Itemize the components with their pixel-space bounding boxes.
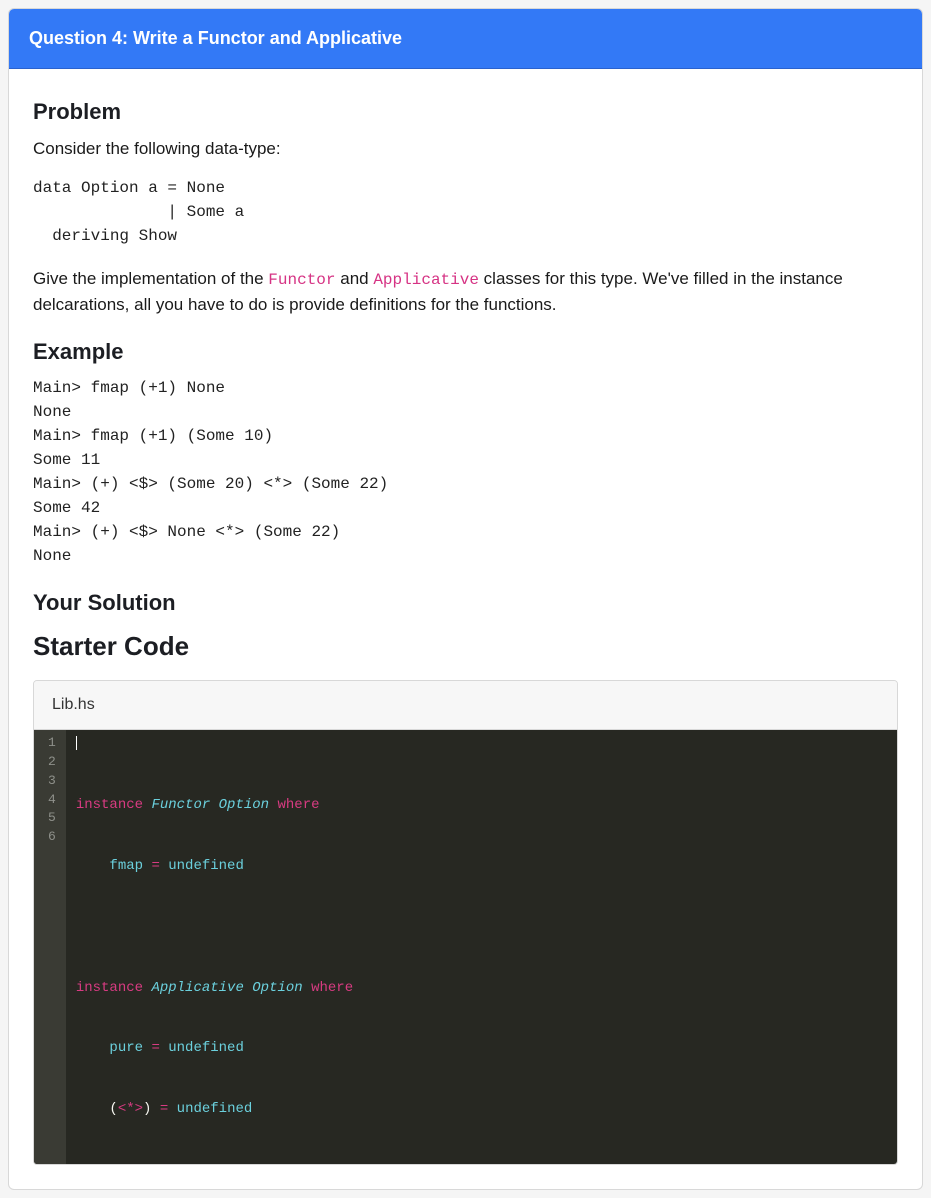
left-paren: ( xyxy=(109,1101,117,1117)
right-paren: ) xyxy=(143,1101,151,1117)
code-line-5: pure = undefined xyxy=(76,1038,887,1058)
type-functor: Functor xyxy=(151,797,210,813)
solution-heading: Your Solution xyxy=(33,586,898,619)
datatype-code-block: data Option a = None | Some a deriving S… xyxy=(33,176,898,248)
task-text-mid: and xyxy=(336,269,374,288)
question-title: Question 4: Write a Functor and Applicat… xyxy=(29,28,402,48)
code-line-3 xyxy=(76,917,887,937)
code-line-6: (<*>) = undefined xyxy=(76,1099,887,1119)
equals-op: = xyxy=(160,1101,168,1117)
ident-fmap: fmap xyxy=(109,858,143,874)
equals-op: = xyxy=(151,1040,159,1056)
line-number: 5 xyxy=(48,809,56,828)
problem-heading: Problem xyxy=(33,95,898,128)
keyword-instance: instance xyxy=(76,980,143,996)
example-heading: Example xyxy=(33,335,898,368)
code-line-1: instance Functor Option where xyxy=(76,795,887,815)
editor-gutter: 1 2 3 4 5 6 xyxy=(34,730,66,1164)
type-option: Option xyxy=(219,797,269,813)
equals-op: = xyxy=(151,858,159,874)
question-body: Problem Consider the following data-type… xyxy=(9,69,922,1189)
code-editor: Lib.hs 1 2 3 4 5 6 instance Functor Opti… xyxy=(33,680,898,1165)
type-applicative: Applicative xyxy=(151,980,243,996)
task-text-pre: Give the implementation of the xyxy=(33,269,268,288)
ident-undefined: undefined xyxy=(168,1040,244,1056)
ident-undefined: undefined xyxy=(168,858,244,874)
question-card: Question 4: Write a Functor and Applicat… xyxy=(8,8,923,1190)
question-header: Question 4: Write a Functor and Applicat… xyxy=(9,9,922,69)
line-number: 1 xyxy=(48,734,56,753)
keyword-where: where xyxy=(311,980,353,996)
line-number: 2 xyxy=(48,753,56,772)
editor-code-area[interactable]: instance Functor Option where fmap = und… xyxy=(66,730,897,1164)
editor-body[interactable]: 1 2 3 4 5 6 instance Functor Option wher… xyxy=(34,730,897,1164)
functor-code: Functor xyxy=(268,271,335,289)
ident-pure: pure xyxy=(109,1040,143,1056)
code-line-4: instance Applicative Option where xyxy=(76,978,887,998)
example-code-block: Main> fmap (+1) None None Main> fmap (+1… xyxy=(33,376,898,568)
editor-filename-tab[interactable]: Lib.hs xyxy=(34,681,897,730)
editor-filename: Lib.hs xyxy=(52,696,95,713)
problem-intro: Consider the following data-type: xyxy=(33,136,898,162)
problem-task: Give the implementation of the Functor a… xyxy=(33,266,898,318)
line-number: 3 xyxy=(48,772,56,791)
apply-operator: <*> xyxy=(118,1101,143,1117)
line-number: 4 xyxy=(48,791,56,810)
code-line-2: fmap = undefined xyxy=(76,856,887,876)
ident-undefined: undefined xyxy=(177,1101,253,1117)
starter-heading: Starter Code xyxy=(33,627,898,666)
line-number: 6 xyxy=(48,828,56,847)
editor-cursor xyxy=(76,736,77,750)
applicative-code: Applicative xyxy=(373,271,479,289)
keyword-instance: instance xyxy=(76,797,143,813)
keyword-where: where xyxy=(277,797,319,813)
type-option: Option xyxy=(252,980,302,996)
